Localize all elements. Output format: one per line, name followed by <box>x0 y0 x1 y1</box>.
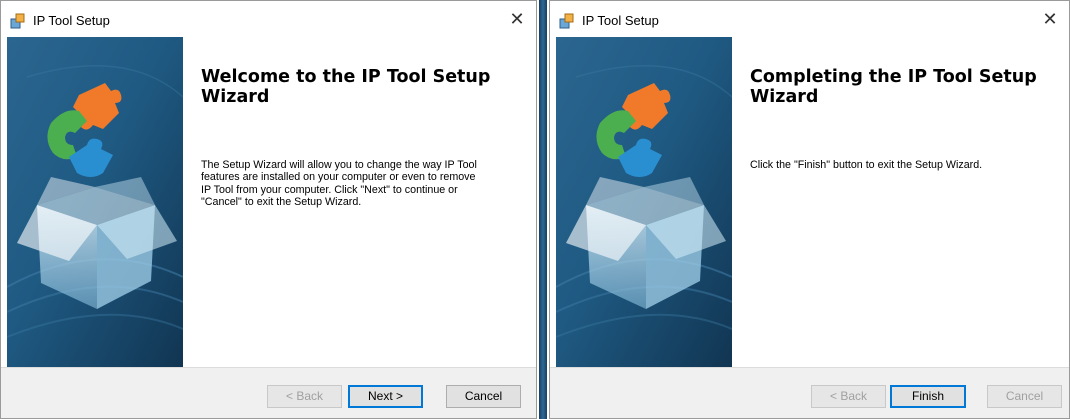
installer-box-icon <box>10 13 25 29</box>
next-button[interactable]: Next > <box>348 385 423 408</box>
welcome-setup-window: IP Tool Setup ✕ Welcome to the IP Tool S… <box>0 0 537 419</box>
wizard-heading: Completing the IP Tool Setup Wizard <box>750 67 1037 107</box>
desktop-background <box>537 0 549 419</box>
close-icon[interactable]: ✕ <box>1039 9 1061 31</box>
puzzle-box-graphic <box>7 37 183 367</box>
installer-box-icon <box>559 13 574 29</box>
wizard-description: The Setup Wizard will allow you to chang… <box>201 159 477 209</box>
back-button[interactable]: < Back <box>811 385 886 408</box>
cancel-button[interactable]: Cancel <box>446 385 521 408</box>
title-bar[interactable]: IP Tool Setup ✕ <box>550 1 1069 37</box>
window-title: IP Tool Setup <box>582 13 659 28</box>
close-icon[interactable]: ✕ <box>506 9 528 31</box>
puzzle-box-graphic <box>556 37 732 367</box>
button-bar: < Back Next > Cancel <box>1 367 536 418</box>
finish-button[interactable]: Finish <box>890 385 966 408</box>
button-bar: < Back Finish Cancel <box>550 367 1069 418</box>
window-title: IP Tool Setup <box>33 13 110 28</box>
wizard-description: Click the "Finish" button to exit the Se… <box>750 159 983 171</box>
wizard-content: Welcome to the IP Tool Setup Wizard The … <box>183 37 536 367</box>
title-bar[interactable]: IP Tool Setup ✕ <box>1 1 536 37</box>
back-button[interactable]: < Back <box>267 385 342 408</box>
cancel-button[interactable]: Cancel <box>987 385 1062 408</box>
wizard-banner-image <box>7 37 183 367</box>
wizard-content: Completing the IP Tool Setup Wizard Clic… <box>732 37 1069 367</box>
finish-setup-window: IP Tool Setup ✕ Completing the IP Tool S… <box>549 0 1070 419</box>
wizard-banner-image <box>556 37 732 367</box>
wizard-heading: Welcome to the IP Tool Setup Wizard <box>201 67 491 107</box>
